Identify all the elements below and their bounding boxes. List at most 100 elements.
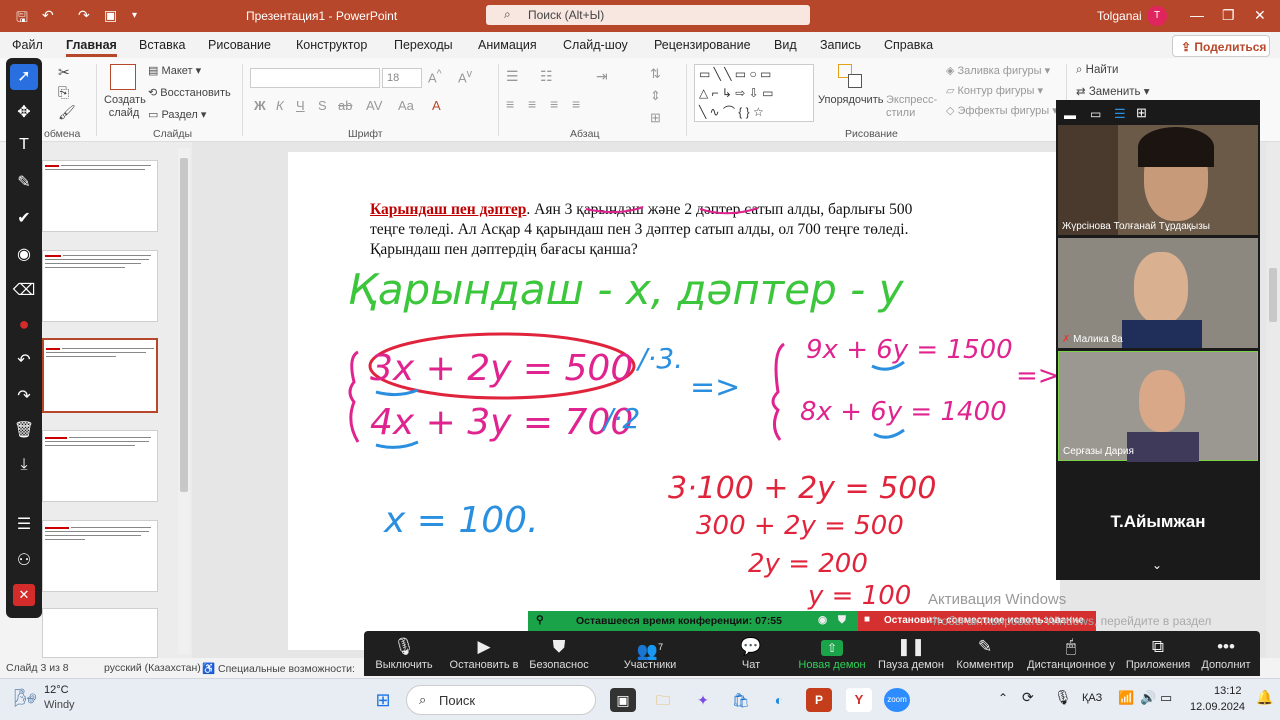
bullets-icon[interactable]: ☰ [506,68,519,85]
input-language[interactable]: ҚАЗ [1082,692,1102,704]
cut-icon[interactable]: ✂ [58,64,70,81]
find-button[interactable]: ⌕ Найти [1076,64,1118,77]
tab-animations[interactable]: Анимация [478,38,537,52]
microphone-icon[interactable]: 🎙 [1054,689,1072,706]
file-explorer-icon[interactable]: 🗀 [650,688,676,712]
avatar[interactable]: T [1147,6,1167,26]
mute-button[interactable]: 🎙 Выключить [372,635,436,671]
participants-button[interactable]: 👥7 Участники [618,635,682,671]
chat-button[interactable]: 💬 Чат [722,635,780,671]
reset-button[interactable]: ⟲ Восстановить [148,86,231,99]
undo-annotation-icon[interactable]: ↶ [6,350,42,370]
redo-icon[interactable]: ↷ [78,7,90,24]
select-icon[interactable]: ➚ [10,64,38,90]
format-painter-icon[interactable]: 🖌 [58,104,76,121]
volume-icon[interactable]: 🔊 [1140,690,1156,706]
more-button[interactable]: ••• Дополнит [1196,635,1256,671]
shrink-font-icon[interactable]: Av [458,68,472,85]
indent-icon[interactable]: ⇥ [596,68,608,85]
tab-review[interactable]: Рецензирование [654,38,751,52]
shadow-icon[interactable]: S [318,98,327,113]
yandex-icon[interactable]: Y [846,688,872,712]
apps-button[interactable]: ⧉ Приложения [1124,635,1192,671]
weather-icon[interactable]: 🌬 [14,688,37,709]
move-icon[interactable]: ✥ [6,102,42,122]
arrange-icon[interactable] [838,64,864,90]
minimize-icon[interactable]: — [1190,7,1204,23]
language-status[interactable]: русский (Казахстан) [104,662,201,674]
thumbnails-scrollbar[interactable] [178,148,190,654]
align-right-icon[interactable]: ≡ [550,96,558,112]
tab-help[interactable]: Справка [884,38,933,52]
font-name-field[interactable] [250,68,380,88]
annotate-button[interactable]: ✎ Комментир [952,635,1018,671]
battery-icon[interactable]: ▭ [1160,690,1172,706]
remote-control-button[interactable]: 🖱 Дистанционное у [1024,635,1118,671]
edge-icon[interactable]: ◐ [766,688,792,712]
security-button[interactable]: ⛊ Безопаснос [528,635,590,671]
pin-icon[interactable]: ⚲ [536,614,544,626]
gallery-view-icon[interactable]: ⊞ [1136,105,1147,121]
justify-icon[interactable]: ≡ [572,96,580,112]
share-button[interactable]: ⇪ Поделиться [1172,35,1270,57]
strip-view-icon[interactable]: ☰ [1114,106,1126,122]
align-left-icon[interactable]: ≡ [506,96,514,112]
slide-thumbnail[interactable] [42,160,158,232]
tab-slideshow[interactable]: Слайд-шоу [563,38,628,52]
text-icon[interactable]: T [6,136,42,154]
clock-time[interactable]: 13:12 [1214,685,1242,697]
zoom-icon[interactable]: zoom [884,688,910,712]
start-icon[interactable]: ⊞ [370,688,396,712]
notifications-icon[interactable]: 🔔 [1256,689,1273,706]
shape-outline-button[interactable]: ▱ Контур фигуры ▾ [946,84,1043,97]
new-slide-button[interactable]: Создать слайд [104,94,146,120]
slide-thumbnail-selected[interactable] [42,338,158,413]
slide-scrollbar[interactable] [1266,142,1280,658]
menu-icon[interactable]: ☰ [6,514,42,534]
save-annotation-icon[interactable]: ⤓ [6,456,42,474]
tab-draw[interactable]: Рисование [208,38,271,52]
align-text-icon[interactable]: ⇕ [650,88,661,104]
pause-share-button[interactable]: ❚❚ Пауза демон [876,635,946,671]
underline-icon[interactable]: Ч [296,98,305,113]
save-icon[interactable]: 🖫 [16,7,28,31]
slide-thumbnail[interactable] [42,520,158,592]
bold-icon[interactable]: Ж [254,98,266,113]
case-icon[interactable]: Aa [398,98,414,113]
quick-styles-button[interactable]: Экспресс-стили [886,94,942,120]
pen-icon[interactable]: ✎ [6,172,42,192]
slide-thumbnail[interactable] [42,608,158,658]
shapes-gallery[interactable]: ▭ ╲ ╲ ▭ ○ ▭ △ ⌐ ↳ ⇨ ⇩ ▭ ╲ ∿ ⌒ { } ☆ [694,64,814,122]
powerpoint-icon[interactable]: P [806,688,832,712]
check-icon[interactable]: ✔ [6,208,42,228]
slide-thumbnail[interactable] [42,250,158,322]
clock-date[interactable]: 12.09.2024 [1190,701,1245,713]
tab-view[interactable]: Вид [774,38,797,52]
replace-button[interactable]: ⇄ Заменить ▾ [1076,84,1150,98]
speaker-view-icon[interactable]: ▭ [1090,107,1101,121]
temperature[interactable]: 12°C [44,684,69,696]
slide-thumbnail[interactable] [42,430,158,502]
tab-design[interactable]: Конструктор [296,38,367,52]
close-toolbar-icon[interactable]: ✕ [13,584,35,606]
tab-file[interactable]: Файл [12,38,43,52]
user-icon[interactable]: ⚇ [6,550,42,570]
stop-video-button[interactable]: ▶ Остановить в [446,635,522,671]
layout-button[interactable]: ▤ Макет ▾ [148,64,201,77]
new-share-button[interactable]: ⇧ Новая демон [796,635,868,671]
sync-icon[interactable]: ⟳ [1022,689,1034,706]
shape-effects-button[interactable]: ◇ Эффекты фигуры ▾ [946,104,1058,117]
wifi-icon[interactable]: 📶 [1118,690,1134,706]
shape-fill-button[interactable]: ◈ Заливка фигуры ▾ [946,64,1050,77]
italic-icon[interactable]: К [276,98,284,113]
color-icon[interactable]: ● [6,314,42,335]
eraser-icon[interactable]: ⌫ [6,280,42,300]
restore-icon[interactable]: ❐ [1222,7,1235,24]
spacing-icon[interactable]: AV [366,98,382,113]
store-icon[interactable]: 🛍 [728,688,754,712]
arrange-button[interactable]: Упорядочить [818,94,883,106]
video-tile[interactable]: Жүрсінова Толғанай Тұрдақызы [1058,125,1258,235]
tab-record[interactable]: Запись [820,38,861,52]
tab-insert[interactable]: Вставка [139,38,185,52]
delete-icon[interactable]: 🗑 [6,420,42,440]
